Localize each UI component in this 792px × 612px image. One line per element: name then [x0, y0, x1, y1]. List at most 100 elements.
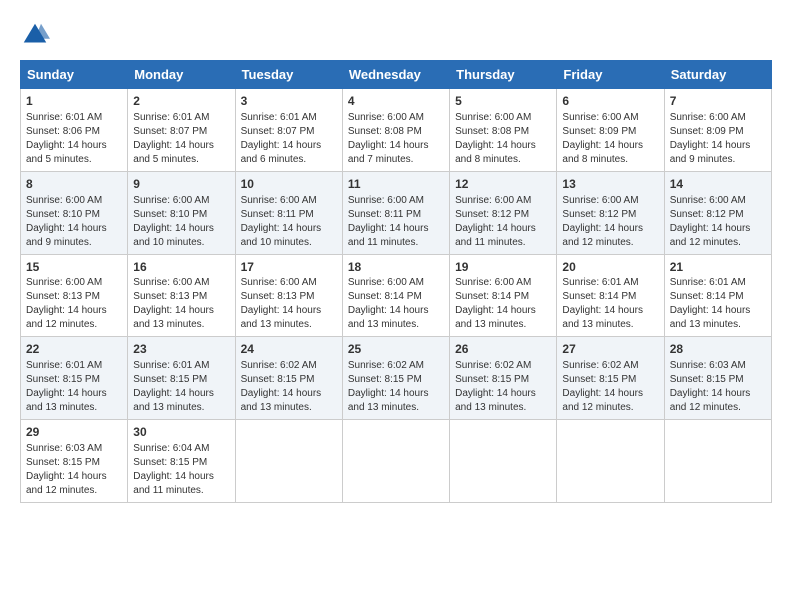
sunrise: Sunrise: 6:00 AM [348, 112, 424, 123]
sunset: Sunset: 8:07 PM [133, 126, 207, 137]
sunrise: Sunrise: 6:02 AM [455, 360, 531, 371]
calendar-table: SundayMondayTuesdayWednesdayThursdayFrid… [20, 60, 772, 503]
daylight: Daylight: 14 hours and 5 minutes. [26, 140, 107, 165]
sunset: Sunset: 8:11 PM [241, 209, 314, 220]
daylight: Daylight: 14 hours and 10 minutes. [133, 223, 214, 248]
sunset: Sunset: 8:13 PM [26, 291, 100, 302]
sunrise: Sunrise: 6:01 AM [241, 112, 317, 123]
sunrise: Sunrise: 6:00 AM [455, 277, 531, 288]
calendar-cell: 21Sunrise: 6:01 AMSunset: 8:14 PMDayligh… [664, 254, 771, 337]
sunrise: Sunrise: 6:00 AM [562, 195, 638, 206]
sunrise: Sunrise: 6:02 AM [348, 360, 424, 371]
calendar-cell: 13 Sunrise: 6:00 AM Sunset: 8:12 PM Dayligh… [557, 171, 664, 254]
day-number: 3 [241, 93, 337, 110]
daylight: Daylight: 14 hours and 12 minutes. [562, 223, 643, 248]
sunset: Sunset: 8:11 PM [348, 209, 421, 220]
day-number: 26 [455, 341, 551, 358]
calendar-cell [235, 420, 342, 503]
calendar-cell: 8Sunrise: 6:00 AMSunset: 8:10 PMDaylight… [21, 171, 128, 254]
sunrise: Sunrise: 6:00 AM [133, 195, 209, 206]
sunset: Sunset: 8:09 PM [670, 126, 744, 137]
day-number: 1 [26, 93, 122, 110]
daylight: Daylight: 14 hours and 13 minutes. [455, 388, 536, 413]
daylight: Daylight: 14 hours and 7 minutes. [348, 140, 429, 165]
sunset: Sunset: 8:06 PM [26, 126, 100, 137]
sunrise: Sunrise: 6:00 AM [562, 112, 638, 123]
sunset: Sunset: 8:10 PM [26, 209, 100, 220]
sunset: Sunset: 8:13 PM [133, 291, 207, 302]
sunset: Sunset: 8:12 PM [455, 209, 529, 220]
sunrise: Sunrise: 6:01 AM [562, 277, 638, 288]
daylight: Daylight: 14 hours and 11 minutes. [455, 223, 536, 248]
sunrise: Sunrise: 6:01 AM [26, 360, 102, 371]
daylight: Daylight: 14 hours and 12 minutes. [670, 223, 751, 248]
calendar-cell: 25Sunrise: 6:02 AMSunset: 8:15 PMDayligh… [342, 337, 449, 420]
daylight: Daylight: 14 hours and 10 minutes. [241, 223, 322, 248]
sunrise: Sunrise: 6:00 AM [670, 112, 746, 123]
calendar-cell: 23Sunrise: 6:01 AMSunset: 8:15 PMDayligh… [128, 337, 235, 420]
calendar-cell: 10Sunrise: 6:00 AMSunset: 8:11 PMDayligh… [235, 171, 342, 254]
daylight: Daylight: 14 hours and 8 minutes. [562, 140, 643, 165]
daylight: Daylight: 14 hours and 13 minutes. [455, 305, 536, 330]
sunset: Sunset: 8:14 PM [455, 291, 529, 302]
daylight: Daylight: 14 hours and 9 minutes. [670, 140, 751, 165]
calendar-cell: 11Sunrise: 6:00 AMSunset: 8:11 PMDayligh… [342, 171, 449, 254]
page-header [20, 20, 772, 50]
sunset: Sunset: 8:13 PM [241, 291, 315, 302]
daylight: Daylight: 14 hours and 8 minutes. [455, 140, 536, 165]
calendar-cell: 30Sunrise: 6:04 AMSunset: 8:15 PMDayligh… [128, 420, 235, 503]
daylight: Daylight: 14 hours and 5 minutes. [133, 140, 214, 165]
calendar-cell [342, 420, 449, 503]
day-number: 17 [241, 259, 337, 276]
day-number: 20 [562, 259, 658, 276]
sunset: Sunset: 8:12 PM [562, 209, 636, 220]
day-number: 4 [348, 93, 444, 110]
calendar-cell: 20Sunrise: 6:01 AMSunset: 8:14 PMDayligh… [557, 254, 664, 337]
daylight: Daylight: 14 hours and 12 minutes. [26, 471, 107, 496]
day-number: 15 [26, 259, 122, 276]
sunset: Sunset: 8:15 PM [670, 374, 744, 385]
sunset: Sunset: 8:14 PM [348, 291, 422, 302]
day-number: 8 [26, 176, 122, 193]
calendar-cell: 24Sunrise: 6:02 AMSunset: 8:15 PMDayligh… [235, 337, 342, 420]
daylight: Daylight: 14 hours and 13 minutes. [348, 388, 429, 413]
daylight: Daylight: 14 hours and 11 minutes. [348, 223, 429, 248]
calendar-cell: 16Sunrise: 6:00 AMSunset: 8:13 PMDayligh… [128, 254, 235, 337]
calendar-cell [664, 420, 771, 503]
day-number: 27 [562, 341, 658, 358]
day-number: 18 [348, 259, 444, 276]
sunset: Sunset: 8:15 PM [455, 374, 529, 385]
day-number: 21 [670, 259, 766, 276]
sunrise: Sunrise: 6:00 AM [670, 195, 746, 206]
calendar-cell: 9Sunrise: 6:00 AMSunset: 8:10 PMDaylight… [128, 171, 235, 254]
sunrise: Sunrise: 6:02 AM [241, 360, 317, 371]
calendar-cell: 2 Sunrise: 6:01 AM Sunset: 8:07 PM Daylight… [128, 89, 235, 172]
calendar-week-row: 22Sunrise: 6:01 AMSunset: 8:15 PMDayligh… [21, 337, 772, 420]
day-number: 2 [133, 93, 229, 110]
sunrise: Sunrise: 6:00 AM [455, 112, 531, 123]
daylight: Daylight: 14 hours and 13 minutes. [348, 305, 429, 330]
day-number: 13 [562, 176, 658, 193]
calendar-header-sunday: Sunday [21, 61, 128, 89]
sunrise: Sunrise: 6:02 AM [562, 360, 638, 371]
daylight: Daylight: 14 hours and 13 minutes. [670, 305, 751, 330]
sunset: Sunset: 8:15 PM [26, 374, 100, 385]
sunrise: Sunrise: 6:01 AM [133, 112, 209, 123]
daylight: Daylight: 14 hours and 6 minutes. [241, 140, 322, 165]
calendar-cell [450, 420, 557, 503]
sunrise: Sunrise: 6:01 AM [26, 112, 102, 123]
sunrise: Sunrise: 6:00 AM [348, 277, 424, 288]
calendar-cell: 5Sunrise: 6:00 AMSunset: 8:08 PMDaylight… [450, 89, 557, 172]
sunrise: Sunrise: 6:00 AM [26, 277, 102, 288]
sunrise: Sunrise: 6:03 AM [26, 443, 102, 454]
calendar-header-friday: Friday [557, 61, 664, 89]
calendar-cell: 6Sunrise: 6:00 AMSunset: 8:09 PMDaylight… [557, 89, 664, 172]
daylight: Daylight: 14 hours and 9 minutes. [26, 223, 107, 248]
day-number: 19 [455, 259, 551, 276]
sunrise: Sunrise: 6:04 AM [133, 443, 209, 454]
calendar-cell: 7Sunrise: 6:00 AMSunset: 8:09 PMDaylight… [664, 89, 771, 172]
calendar-header-tuesday: Tuesday [235, 61, 342, 89]
calendar-cell: 28Sunrise: 6:03 AMSunset: 8:15 PMDayligh… [664, 337, 771, 420]
day-number: 28 [670, 341, 766, 358]
sunset: Sunset: 8:07 PM [241, 126, 315, 137]
